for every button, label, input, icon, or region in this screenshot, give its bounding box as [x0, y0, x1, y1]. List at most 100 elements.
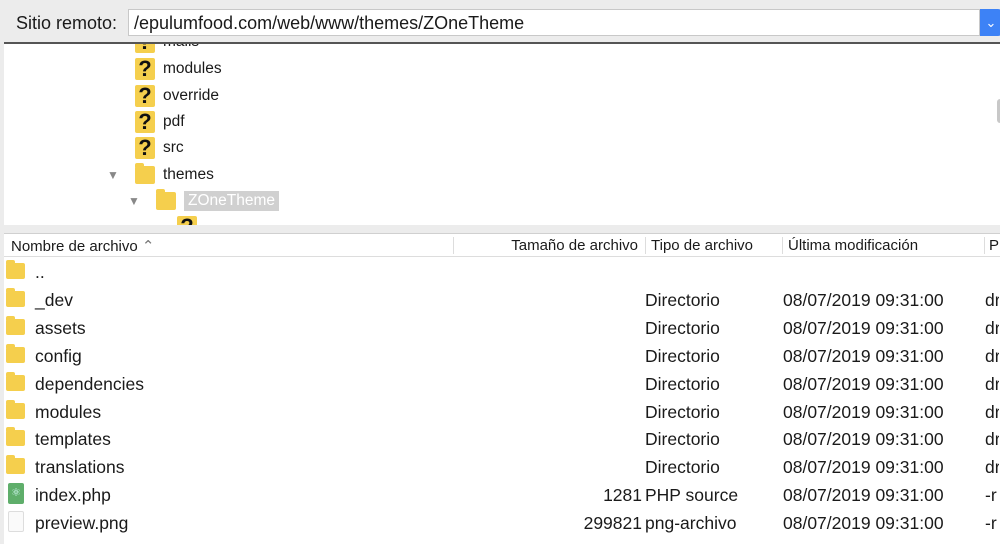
- file-row[interactable]: preview.png 299821 png-archivo 08/07/2019 0…: [4, 509, 1000, 537]
- image-file-icon: [8, 511, 24, 533]
- folder-icon: [135, 163, 155, 184]
- file-type: Directorio: [645, 345, 720, 366]
- file-type: Directorio: [645, 457, 720, 478]
- file-modified: 08/07/2019 09:31:00: [783, 317, 944, 338]
- file-permissions: dr: [985, 429, 999, 450]
- folder-icon: [6, 260, 25, 279]
- file-type: Directorio: [645, 317, 720, 338]
- column-header-size[interactable]: Tamaño de archivo: [511, 237, 638, 254]
- tree-item-label: mails: [163, 44, 199, 51]
- file-permissions: -r: [985, 485, 997, 506]
- file-name: config: [35, 345, 82, 366]
- folder-icon: [6, 455, 25, 475]
- column-header-modified[interactable]: Última modificación: [788, 237, 918, 254]
- tree-item-label: src: [163, 139, 184, 156]
- tree-item-label: pdf: [163, 113, 185, 130]
- file-type: Directorio: [645, 401, 720, 422]
- column-header-name[interactable]: Nombre de archivo ⌃: [11, 237, 154, 255]
- tree-item-label: override: [163, 87, 219, 104]
- column-divider[interactable]: [453, 237, 454, 254]
- file-size: 299821: [583, 513, 642, 534]
- unknown-folder-icon: ?: [135, 111, 155, 133]
- file-row[interactable]: config Directorio 08/07/2019 09:31:00 dr: [4, 342, 1000, 370]
- remote-directory-tree: ? mails ? modules? override? pdf? src ▼ themes ▼ Z…: [4, 42, 1000, 225]
- tree-item-src[interactable]: ? src: [135, 136, 184, 160]
- expand-arrow-icon[interactable]: ▼: [107, 168, 119, 182]
- unknown-folder-icon: ?: [135, 85, 155, 107]
- chevron-down-icon: ⌄: [985, 15, 997, 30]
- file-modified: 08/07/2019 09:31:00: [783, 429, 944, 450]
- file-permissions: dr: [985, 373, 999, 394]
- remote-path-input[interactable]: /epulumfood.com/web/www/themes/ZOneTheme: [128, 9, 980, 36]
- file-modified: 08/07/2019 09:31:00: [783, 401, 944, 422]
- file-modified: 08/07/2019 09:31:00: [783, 485, 944, 506]
- file-permissions: dr: [985, 345, 999, 366]
- unknown-folder-icon: ?: [177, 216, 197, 225]
- folder-icon: [6, 427, 25, 447]
- file-name: assets: [35, 317, 86, 338]
- file-row[interactable]: translations Directorio 08/07/2019 09:31:0…: [4, 453, 1000, 481]
- file-row[interactable]: templates Directorio 08/07/2019 09:31:00 dr: [4, 425, 1000, 453]
- column-divider[interactable]: [782, 237, 783, 254]
- file-type: Directorio: [645, 289, 720, 310]
- file-modified: 08/07/2019 09:31:00: [783, 373, 944, 394]
- tree-item-label: themes: [163, 166, 214, 183]
- tree-item-pdf[interactable]: ? pdf: [135, 110, 185, 134]
- file-modified: 08/07/2019 09:31:00: [783, 345, 944, 366]
- remote-path-bar: Sitio remoto: /epulumfood.com/web/www/th…: [0, 0, 1000, 42]
- path-dropdown-button[interactable]: ⌄: [980, 9, 1000, 36]
- file-name: dependencies: [35, 373, 144, 394]
- open-folder-icon: [156, 189, 176, 210]
- file-name: modules: [35, 401, 102, 422]
- file-name: ..: [35, 262, 45, 282]
- tree-item-zonetheme[interactable]: ZOneTheme: [156, 189, 280, 213]
- tree-item-override[interactable]: ? override: [135, 84, 219, 108]
- tree-item-themes[interactable]: themes: [135, 163, 214, 187]
- expand-arrow-icon[interactable]: ▼: [128, 194, 140, 208]
- column-divider[interactable]: [645, 237, 646, 254]
- sort-ascending-icon: ⌃: [141, 238, 155, 255]
- unknown-folder-icon: ?: [135, 137, 155, 159]
- unknown-folder-icon: ?: [135, 44, 155, 53]
- folder-icon: [6, 343, 25, 363]
- file-permissions: dr: [985, 457, 999, 478]
- file-row[interactable]: assets Directorio 08/07/2019 09:31:00 dr: [4, 314, 1000, 342]
- file-list-header: Nombre de archivo ⌃ Tamaño de archivo Ti…: [4, 234, 1000, 257]
- tree-item-label: ZOneTheme: [184, 191, 280, 211]
- file-type: Directorio: [645, 373, 720, 394]
- file-permissions: dr: [985, 401, 999, 422]
- file-row[interactable]: modules Directorio 08/07/2019 09:31:00 dr: [4, 398, 1000, 426]
- file-name: translations: [35, 457, 125, 478]
- tree-item-partial[interactable]: ?: [177, 215, 205, 225]
- folder-icon: [6, 371, 25, 391]
- file-row[interactable]: ..: [4, 258, 1000, 286]
- file-modified: 08/07/2019 09:31:00: [783, 289, 944, 310]
- file-modified: 08/07/2019 09:31:00: [783, 513, 944, 534]
- file-permissions: -r: [985, 513, 997, 534]
- file-type: PHP source: [645, 485, 739, 506]
- file-type: png-archivo: [645, 513, 737, 534]
- folder-icon: [6, 287, 25, 307]
- file-name: _dev: [35, 289, 73, 310]
- remote-site-label: Sitio remoto:: [16, 13, 118, 33]
- column-divider[interactable]: [984, 237, 985, 254]
- tree-item-modules[interactable]: ? modules: [135, 57, 222, 81]
- file-permissions: dr: [985, 289, 999, 310]
- file-row[interactable]: dependencies Directorio 08/07/2019 09:31:0…: [4, 370, 1000, 398]
- file-size: 1281: [603, 485, 642, 506]
- file-name: index.php: [35, 485, 111, 506]
- file-name: preview.png: [35, 513, 129, 534]
- remote-file-list: Nombre de archivo ⌃ Tamaño de archivo Ti…: [4, 233, 1000, 544]
- folder-icon: [6, 315, 25, 335]
- file-type: Directorio: [645, 429, 720, 450]
- file-row[interactable]: _dev Directorio 08/07/2019 09:31:00 dr: [4, 286, 1000, 314]
- file-modified: 08/07/2019 09:31:00: [783, 457, 944, 478]
- column-header-permissions[interactable]: P: [989, 237, 999, 254]
- file-row[interactable]: ⚛ index.php 1281 PHP source 08/07/2019 09:31…: [4, 481, 1000, 509]
- unknown-folder-icon: ?: [135, 58, 155, 80]
- file-name: templates: [35, 429, 111, 450]
- tree-item-mails[interactable]: ? mails: [135, 44, 199, 54]
- file-permissions: dr: [985, 317, 999, 338]
- column-header-type[interactable]: Tipo de archivo: [651, 237, 753, 254]
- php-file-icon: ⚛: [8, 483, 24, 505]
